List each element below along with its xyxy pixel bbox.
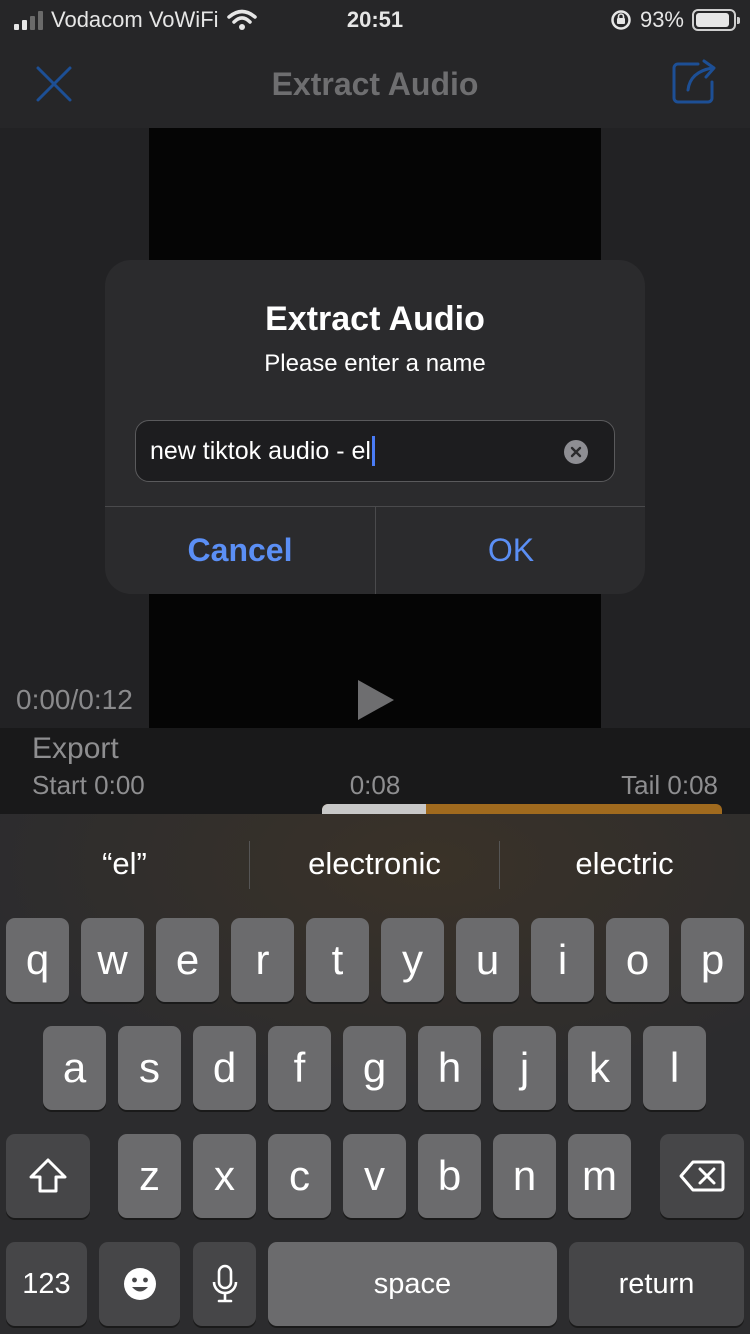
key-d[interactable]: d [193, 1026, 256, 1110]
play-icon[interactable] [354, 676, 398, 724]
export-label: Export [32, 732, 119, 765]
key-x[interactable]: x [193, 1134, 256, 1218]
key-y[interactable]: y [381, 918, 444, 1002]
nav-bar: Extract Audio [0, 40, 750, 128]
key-t[interactable]: t [306, 918, 369, 1002]
key-r[interactable]: r [231, 918, 294, 1002]
key-g[interactable]: g [343, 1026, 406, 1110]
timeline-handle[interactable] [322, 804, 426, 814]
wifi-icon [226, 9, 257, 30]
dialog-title: Extract Audio [265, 300, 485, 338]
shift-key[interactable] [6, 1134, 90, 1218]
name-input-value: new tiktok audio - el [150, 437, 371, 465]
key-n[interactable]: n [493, 1134, 556, 1218]
key-z[interactable]: z [118, 1134, 181, 1218]
text-cursor [371, 436, 375, 466]
key-s[interactable]: s [118, 1026, 181, 1110]
key-i[interactable]: i [531, 918, 594, 1002]
key-k[interactable]: k [568, 1026, 631, 1110]
suggestion-2[interactable]: electronic [250, 814, 499, 914]
keyboard: “el” electronic electric q w e r t y u i… [0, 814, 750, 1334]
playback-time: 0:00/0:12 [16, 684, 133, 715]
key-o[interactable]: o [606, 918, 669, 1002]
key-h[interactable]: h [418, 1026, 481, 1110]
cellular-signal-icon [14, 10, 43, 30]
key-j[interactable]: j [493, 1026, 556, 1110]
ok-button[interactable]: OK [376, 507, 645, 594]
key-q[interactable]: q [6, 918, 69, 1002]
orientation-lock-icon [611, 10, 631, 30]
key-w[interactable]: w [81, 918, 144, 1002]
status-bar: Vodacom VoWiFi 20:51 93% [0, 0, 750, 40]
cancel-button[interactable]: Cancel [105, 507, 375, 594]
dialog-message: Please enter a name [264, 350, 486, 377]
delete-key[interactable] [660, 1134, 744, 1218]
key-v[interactable]: v [343, 1134, 406, 1218]
key-b[interactable]: b [418, 1134, 481, 1218]
tail-time-label: Tail 0:08 [621, 770, 718, 800]
suggestion-bar: “el” electronic electric [0, 814, 750, 914]
suggestion-1[interactable]: “el” [0, 814, 249, 914]
key-a[interactable]: a [43, 1026, 106, 1110]
microphone-icon [212, 1264, 237, 1303]
dictation-key[interactable] [193, 1242, 256, 1326]
battery-icon [692, 9, 740, 31]
shift-icon [29, 1158, 67, 1193]
space-key[interactable]: space [268, 1242, 557, 1326]
battery-percent: 93% [639, 7, 684, 32]
carrier-label: Vodacom VoWiFi [51, 7, 219, 32]
extract-audio-dialog: Extract Audio Please enter a name new ti… [105, 260, 645, 594]
numbers-key[interactable]: 123 [6, 1242, 87, 1326]
key-c[interactable]: c [268, 1134, 331, 1218]
clear-text-icon[interactable] [564, 440, 588, 464]
page-title: Extract Audio [271, 66, 479, 102]
name-input[interactable]: new tiktok audio - el [135, 420, 615, 482]
suggestion-3[interactable]: electric [500, 814, 749, 914]
key-f[interactable]: f [268, 1026, 331, 1110]
key-p[interactable]: p [681, 918, 744, 1002]
emoji-key[interactable] [99, 1242, 180, 1326]
timeline-track[interactable] [322, 804, 722, 814]
trim-panel: Export Start 0:00 0:08 Tail 0:08 [0, 728, 750, 814]
key-u[interactable]: u [456, 918, 519, 1002]
emoji-icon [123, 1268, 156, 1300]
return-key[interactable]: return [569, 1242, 744, 1326]
key-m[interactable]: m [568, 1134, 631, 1218]
backspace-icon [679, 1160, 725, 1192]
key-l[interactable]: l [643, 1026, 706, 1110]
share-icon[interactable] [668, 56, 720, 108]
key-e[interactable]: e [156, 918, 219, 1002]
